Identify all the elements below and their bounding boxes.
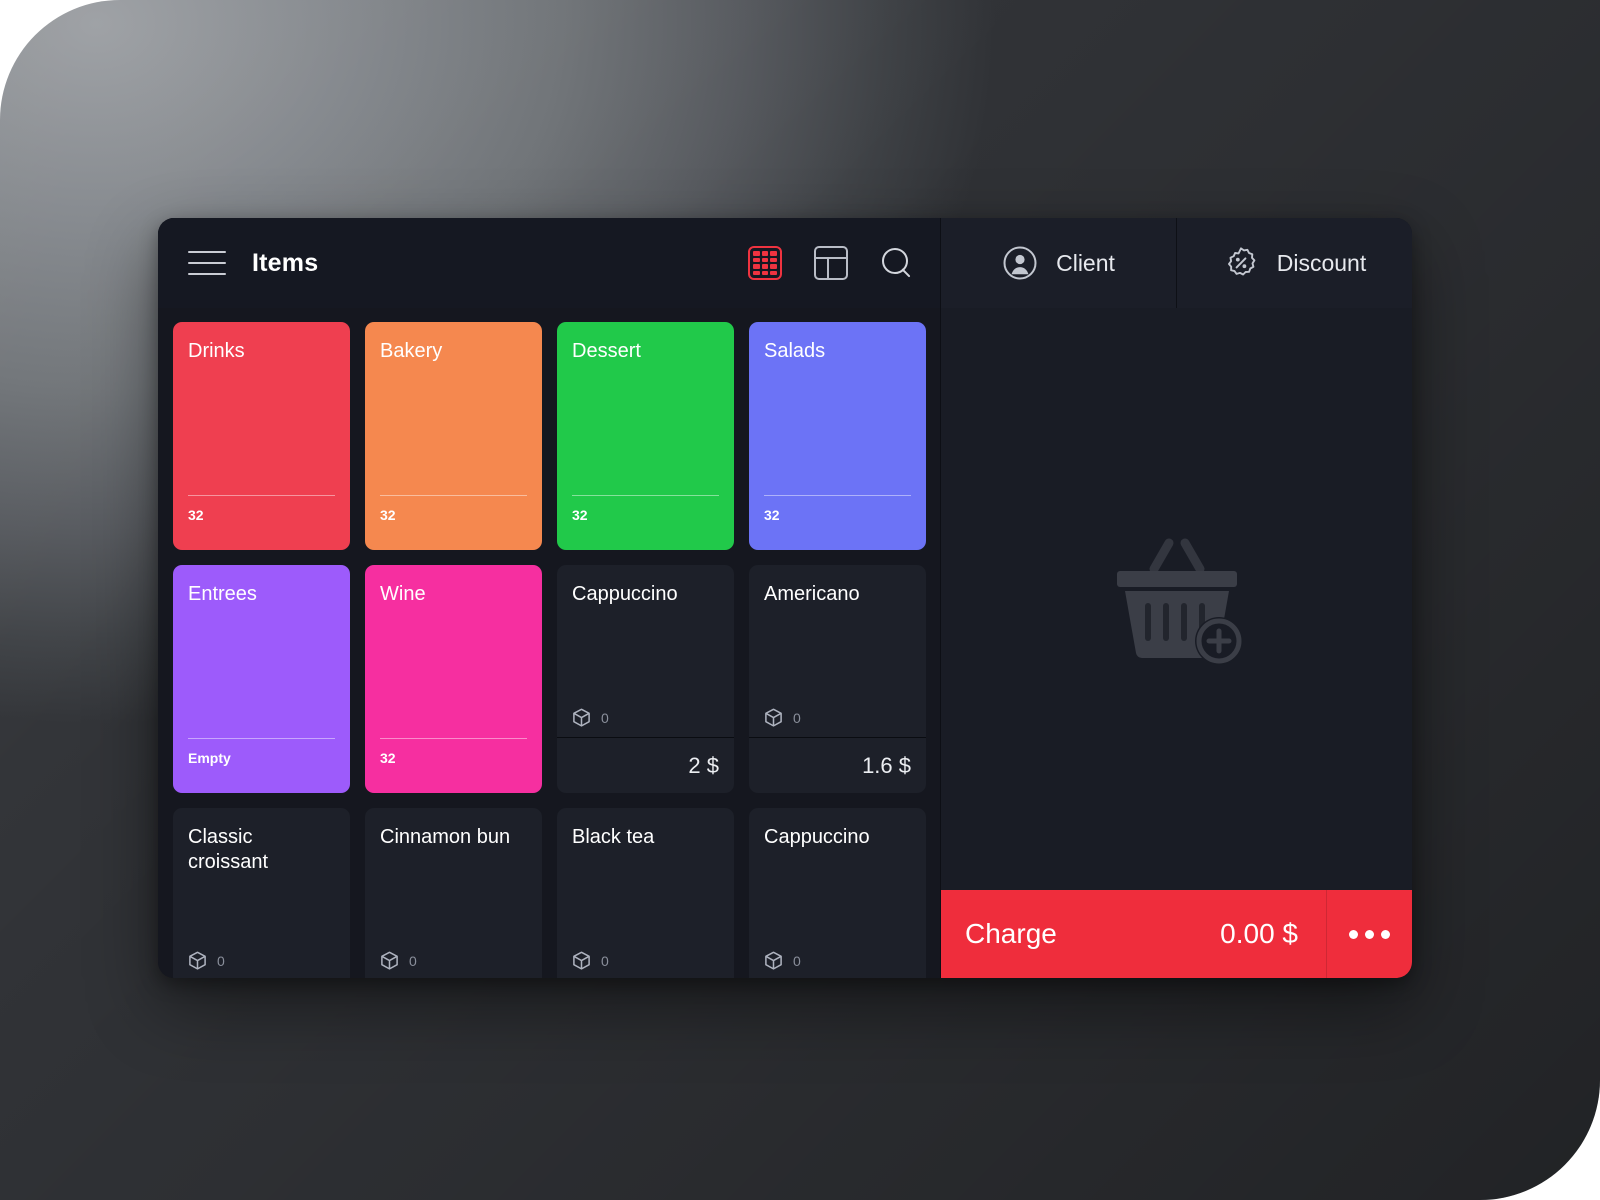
- cube-icon: [572, 951, 591, 971]
- category-tile-name: Drinks: [188, 340, 245, 362]
- category-item-count: 32: [380, 750, 396, 766]
- category-tile-name: Salads: [764, 340, 826, 362]
- page-title: Items: [252, 248, 319, 277]
- items-panel: Items Drinks 32 Bakery 32 Dessert 32 Salads 32 E…: [158, 218, 941, 978]
- discount-button[interactable]: Discount: [1177, 218, 1412, 308]
- category-tile[interactable]: Bakery 32: [365, 322, 542, 550]
- category-tile[interactable]: Dessert 32: [557, 322, 734, 550]
- cart-header-bar: Client Discount: [941, 218, 1412, 308]
- product-tile-name: Cappuccino: [572, 583, 678, 605]
- product-stock-row: 0: [380, 951, 527, 978]
- product-stock-count: 0: [793, 710, 801, 726]
- category-tile[interactable]: Salads 32: [749, 322, 926, 550]
- cube-icon: [188, 951, 207, 971]
- person-circle-icon: [1002, 245, 1038, 281]
- charge-label: Charge: [965, 918, 1057, 949]
- more-options-icon[interactable]: [1326, 890, 1412, 978]
- product-tile[interactable]: Cappuccino 0: [749, 808, 926, 978]
- product-price-row: 1.6 $: [749, 737, 926, 793]
- product-price: 2 $: [688, 752, 719, 778]
- table-view-glyph: [814, 246, 848, 280]
- cube-icon: [572, 708, 591, 728]
- search-icon[interactable]: [880, 246, 914, 280]
- product-stock-count: 0: [601, 953, 609, 969]
- product-tile[interactable]: Black tea 0: [557, 808, 734, 978]
- category-tile-name: Wine: [380, 583, 426, 605]
- category-tile-footer: 32: [188, 495, 335, 550]
- charge-bar: Charge 0.00 $: [941, 890, 1412, 978]
- product-tile-name: Classic croissant: [188, 826, 269, 873]
- product-stock-row: 0: [764, 951, 911, 978]
- category-item-count: Empty: [188, 750, 231, 766]
- product-tile-name: Black tea: [572, 826, 655, 848]
- category-tile[interactable]: Drinks 32: [173, 322, 350, 550]
- product-tile-name: Americano: [764, 583, 860, 605]
- category-tile-footer: Empty: [188, 738, 335, 793]
- hamburger-line: [188, 273, 226, 275]
- items-header-bar: Items: [158, 218, 940, 308]
- hamburger-line: [188, 251, 226, 253]
- product-stock-count: 0: [217, 953, 225, 969]
- product-tile[interactable]: Americano 0 1.6 $: [749, 565, 926, 793]
- product-stock-count: 0: [793, 953, 801, 969]
- category-tile[interactable]: Entrees Empty: [173, 565, 350, 793]
- product-stock-row: 0: [572, 708, 719, 737]
- header-tools: [748, 246, 914, 280]
- product-tile[interactable]: Classic croissant 0: [173, 808, 350, 978]
- discount-label: Discount: [1276, 249, 1367, 276]
- grid-view-icon[interactable]: [748, 246, 782, 280]
- discount-badge-icon: [1223, 245, 1259, 281]
- product-tile-name: Cappuccino: [764, 826, 870, 848]
- category-tile-footer: 32: [572, 495, 719, 550]
- product-price-row: 2 $: [557, 737, 734, 793]
- grid-view-glyph: [748, 246, 782, 280]
- product-tile[interactable]: Cinnamon bun 0: [365, 808, 542, 978]
- cart-items-area: [941, 308, 1412, 890]
- product-stock-count: 0: [409, 953, 417, 969]
- product-tile[interactable]: Cappuccino 0 2 $: [557, 565, 734, 793]
- product-stock-row: 0: [188, 951, 335, 978]
- category-tile-name: Bakery: [380, 340, 443, 362]
- category-item-count: 32: [380, 507, 396, 523]
- category-item-count: 32: [764, 507, 780, 523]
- category-tile-footer: 32: [764, 495, 911, 550]
- item-tile-grid: Drinks 32 Bakery 32 Dessert 32 Salads 32 Entrees…: [158, 308, 940, 978]
- category-item-count: 32: [188, 507, 204, 523]
- product-tile-name: Cinnamon bun: [380, 826, 511, 848]
- cube-icon: [764, 951, 783, 971]
- cube-icon: [380, 951, 399, 971]
- client-button[interactable]: Client: [941, 218, 1177, 308]
- hamburger-line: [188, 262, 226, 264]
- cube-icon: [764, 708, 783, 728]
- category-tile-footer: 32: [380, 738, 527, 793]
- search-glyph: [880, 246, 914, 280]
- product-stock-row: 0: [764, 708, 911, 737]
- cart-panel: Client Discount Charge 0.00 $: [941, 218, 1412, 978]
- category-tile[interactable]: Wine 32: [365, 565, 542, 793]
- category-tile-name: Dessert: [572, 340, 641, 362]
- table-view-icon[interactable]: [814, 246, 848, 280]
- basket-add-icon: [1097, 521, 1257, 671]
- product-price: 1.6 $: [862, 752, 911, 778]
- client-label: Client: [1056, 249, 1115, 276]
- category-item-count: 32: [572, 507, 588, 523]
- category-tile-footer: 32: [380, 495, 527, 550]
- hamburger-menu-icon[interactable]: [188, 248, 228, 278]
- product-stock-count: 0: [601, 710, 609, 726]
- product-stock-row: 0: [572, 951, 719, 978]
- pos-app-window: Items Drinks 32 Bakery 32 Dessert 32 Salads 32 E…: [158, 218, 1412, 978]
- category-tile-name: Entrees: [188, 583, 257, 605]
- charge-amount: 0.00 $: [1220, 918, 1298, 949]
- charge-button[interactable]: Charge 0.00 $: [941, 890, 1326, 978]
